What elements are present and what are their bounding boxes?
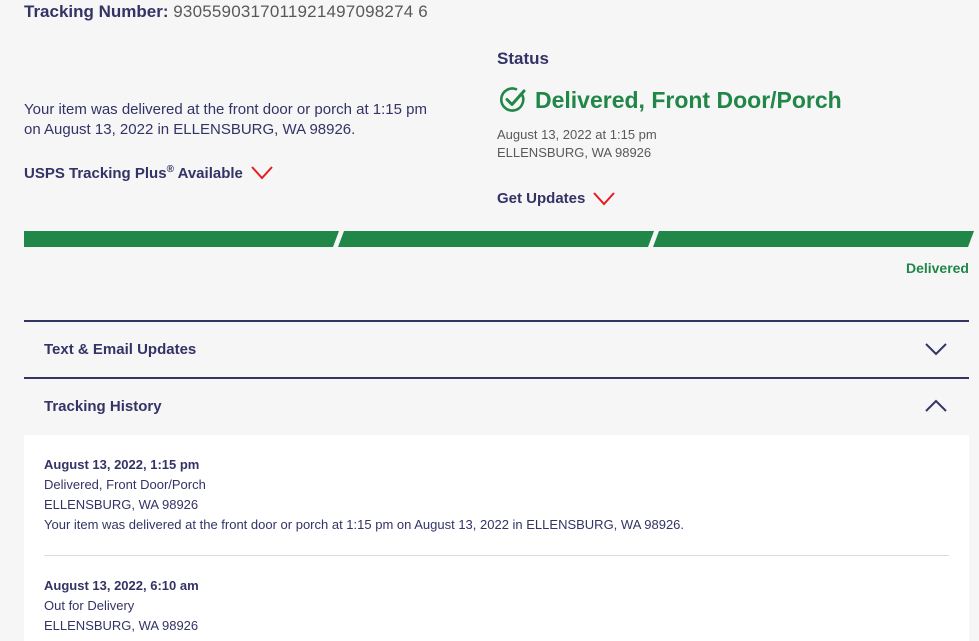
chevron-down-icon — [251, 166, 273, 180]
tracking-history-list: August 13, 2022, 1:15 pm Delivered, Fron… — [24, 435, 969, 641]
event-location: ELLENSBURG, WA 98926 — [44, 497, 199, 512]
chevron-up-icon — [925, 399, 947, 412]
chevron-down-icon — [593, 191, 616, 205]
event-location: ELLENSBURG, WA 98926 — [44, 618, 199, 633]
chevron-down-icon — [925, 343, 947, 356]
tracking-plus-toggle[interactable]: USPS Tracking Plus® Available — [24, 164, 273, 182]
text-email-updates-title: Text & Email Updates — [44, 340, 197, 358]
tracking-history-title: Tracking History — [44, 397, 162, 415]
history-event: August 13, 2022, 1:15 pm Delivered, Fron… — [44, 455, 684, 535]
tracking-number: Tracking Number: 93055903170119214970982… — [24, 2, 428, 22]
tracking-plus-label: USPS Tracking Plus® Available — [24, 164, 243, 182]
event-status: Delivered, Front Door/Porch — [44, 477, 206, 492]
progress-segment-2 — [338, 231, 654, 247]
progress-bar — [24, 231, 974, 247]
divider — [44, 555, 949, 556]
event-time: August 13, 2022, 6:10 am — [44, 578, 199, 593]
get-updates-label: Get Updates — [497, 190, 586, 207]
status-location: ELLENSBURG, WA 98926 — [497, 145, 652, 160]
status-text: Delivered, Front Door/Porch — [535, 86, 842, 113]
tracking-number-value: 9305590317011921497098274 6 — [173, 2, 428, 21]
status-details: August 13, 2022 at 1:15 pm ELLENSBURG, W… — [497, 126, 657, 162]
status-main: Delivered, Front Door/Porch — [499, 86, 842, 114]
history-event: August 13, 2022, 6:10 am Out for Deliver… — [44, 576, 199, 636]
status-heading: Status — [497, 49, 549, 68]
get-updates-toggle[interactable]: Get Updates — [497, 190, 616, 207]
tracking-number-label: Tracking Number: — [24, 2, 169, 21]
event-detail: Your item was delivered at the front doo… — [44, 517, 685, 532]
check-circle-icon — [499, 87, 526, 112]
event-status: Out for Delivery — [44, 598, 135, 613]
progress-segment-1 — [24, 231, 339, 247]
progress-label: Delivered — [905, 260, 969, 276]
tracking-history-toggle[interactable]: Tracking History — [24, 377, 969, 433]
progress-segment-3 — [653, 231, 974, 247]
delivery-summary: Your item was delivered at the front doo… — [24, 101, 428, 138]
text-email-updates-toggle[interactable]: Text & Email Updates — [24, 320, 969, 376]
status-date: August 13, 2022 at 1:15 pm — [497, 127, 657, 142]
event-time: August 13, 2022, 1:15 pm — [44, 457, 200, 472]
